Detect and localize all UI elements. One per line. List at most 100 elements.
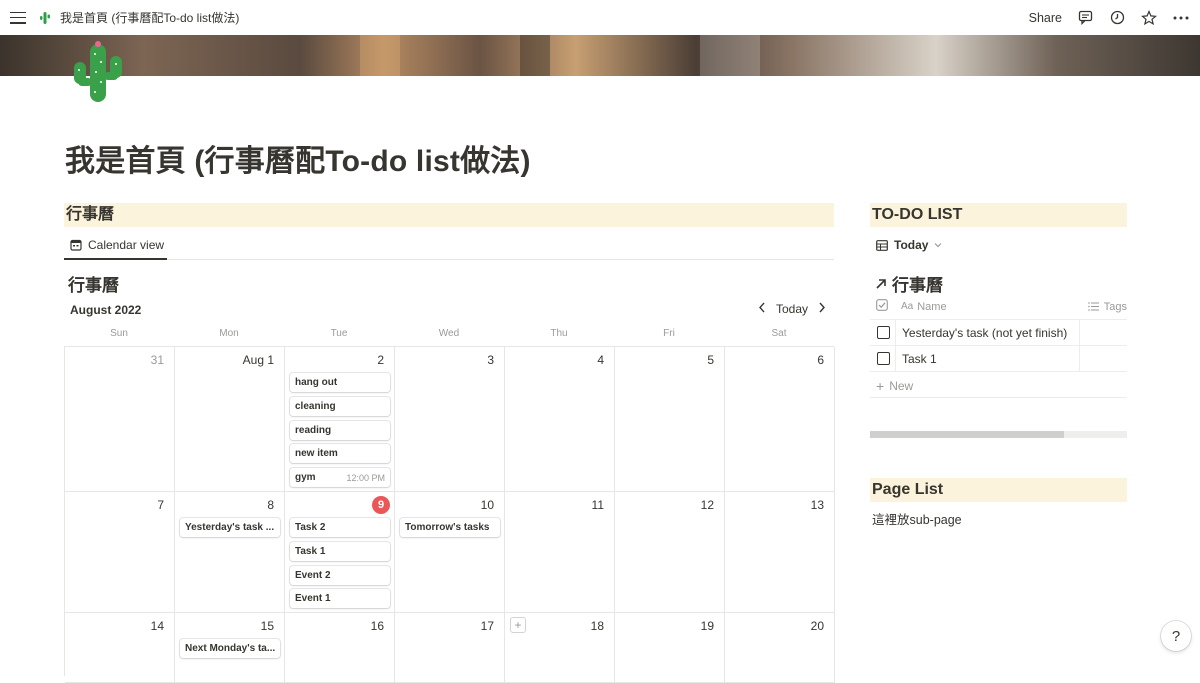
event-title: cleaning	[295, 401, 336, 412]
pagelist-text[interactable]: 這裡放sub-page	[872, 509, 962, 528]
column-divider	[895, 320, 896, 372]
calendar-day-cell[interactable]: Aug 1	[175, 347, 285, 492]
event-card[interactable]: Task 2	[290, 518, 390, 537]
event-card[interactable]: cleaning	[290, 397, 390, 416]
calendar-icon	[70, 239, 82, 251]
table-row[interactable]: Yesterday's task (not yet finish)	[870, 320, 1127, 346]
calendar-day-cell[interactable]: + 18	[505, 613, 615, 683]
day-number: 17	[480, 619, 494, 633]
todo-name[interactable]: Yesterday's task (not yet finish)	[902, 326, 1067, 340]
calendar-day-cell[interactable]: 5	[615, 347, 725, 492]
event-card[interactable]: Event 2	[290, 566, 390, 585]
day-number: 5	[707, 353, 714, 367]
help-button[interactable]: ?	[1161, 621, 1191, 651]
chevron-right-icon[interactable]	[818, 302, 826, 316]
event-card[interactable]: Event 1	[290, 589, 390, 608]
calendar-day-cell[interactable]: 17	[395, 613, 505, 683]
todo-checkbox[interactable]	[877, 352, 890, 365]
event-title: Yesterday's task ...	[185, 522, 275, 533]
day-number: 12	[700, 498, 714, 512]
calendar-day-cell[interactable]: 9 Task 2 Task 1 Event 2 Event 1	[285, 492, 395, 613]
event-title: Event 1	[295, 593, 331, 604]
cactus-icon[interactable]	[70, 40, 126, 106]
calendar-section-header[interactable]: 行事曆	[64, 203, 834, 227]
event-card[interactable]: Yesterday's task ...	[180, 518, 280, 537]
todo-name[interactable]: Task 1	[902, 352, 937, 366]
calendar-day-cell[interactable]: 15 Next Monday's ta...	[175, 613, 285, 683]
cover-image	[0, 35, 1200, 76]
day-number: Aug 1	[242, 353, 274, 367]
event-time: 12:00 PM	[346, 472, 385, 483]
checkbox-column-icon[interactable]	[876, 299, 888, 314]
breadcrumb[interactable]: 我是首頁 (行事曆配To-do list做法)	[38, 9, 239, 26]
event-card[interactable]: Task 1	[290, 542, 390, 561]
day-number: 16	[370, 619, 384, 633]
horizontal-scrollbar[interactable]	[870, 431, 1127, 438]
weekday-thu: Thu	[550, 328, 568, 339]
calendar-day-cell[interactable]: 6	[725, 347, 835, 492]
event-title: hang out	[295, 377, 338, 388]
calendar-day-cell[interactable]: 3	[395, 347, 505, 492]
event-card[interactable]: reading	[290, 421, 390, 440]
calendar-day-cell[interactable]: 19	[615, 613, 725, 683]
weekday-sun: Sun	[110, 328, 128, 339]
column-divider	[1079, 320, 1080, 372]
event-card[interactable]: Tomorrow's tasks	[400, 518, 500, 537]
day-number: 20	[810, 619, 824, 633]
calendar-day-cell[interactable]: 4	[505, 347, 615, 492]
day-number: 2	[377, 353, 384, 367]
event-card[interactable]: hang out	[290, 373, 390, 392]
event-card[interactable]: new item	[290, 444, 390, 463]
pagelist-section-header[interactable]: Page List	[870, 478, 1127, 502]
calendar-day-cell[interactable]: 8 Yesterday's task ...	[175, 492, 285, 613]
comment-icon[interactable]	[1076, 9, 1094, 27]
event-title: Task 2	[295, 522, 326, 533]
breadcrumb-page-title: 我是首頁 (行事曆配To-do list做法)	[60, 11, 240, 25]
weekday-wed: Wed	[438, 328, 460, 339]
chevron-down-icon	[935, 243, 942, 248]
clock-icon[interactable]	[1108, 9, 1126, 27]
calendar-day-cell[interactable]: 11	[505, 492, 615, 613]
event-card[interactable]: Next Monday's ta...	[180, 639, 280, 658]
calendar-day-cell[interactable]: 7	[65, 492, 175, 613]
more-icon[interactable]	[1172, 9, 1190, 27]
calendar-day-cell[interactable]: 13	[725, 492, 835, 613]
event-title: Next Monday's ta...	[185, 643, 276, 654]
day-number: 3	[487, 353, 494, 367]
name-column-header[interactable]: Name	[917, 301, 946, 313]
tab-calendar-view[interactable]: Calendar view	[70, 238, 164, 252]
calendar-day-cell[interactable]: 16	[285, 613, 395, 683]
event-title: reading	[295, 425, 332, 436]
tags-column-header[interactable]: Tags	[1087, 301, 1127, 313]
day-number: 18	[590, 619, 604, 633]
today-button[interactable]: Today	[776, 302, 808, 316]
list-icon	[1087, 302, 1099, 311]
todo-db-title[interactable]: 行事曆	[874, 271, 943, 296]
share-button[interactable]: Share	[1029, 11, 1062, 25]
text-property-icon: Aa	[901, 301, 914, 312]
tab-today[interactable]: Today	[876, 238, 942, 252]
add-event-icon[interactable]: +	[510, 617, 526, 633]
page-title[interactable]: 我是首頁 (行事曆配To-do list做法)	[65, 136, 531, 180]
calendar-day-cell[interactable]: 10 Tomorrow's tasks	[395, 492, 505, 613]
new-row-button[interactable]: + New	[876, 378, 913, 394]
menu-icon[interactable]	[10, 11, 26, 24]
todo-checkbox[interactable]	[877, 326, 890, 339]
calendar-day-cell[interactable]: 2 hang out cleaning reading new item gym…	[285, 347, 395, 492]
event-card[interactable]: gym 12:00 PM	[290, 468, 390, 487]
calendar-day-cell[interactable]: 14	[65, 613, 175, 683]
calendar-day-cell[interactable]: 12	[615, 492, 725, 613]
table-row[interactable]: Task 1	[870, 346, 1127, 372]
todo-section-header[interactable]: TO-DO LIST	[870, 203, 1127, 227]
event-title: Task 1	[295, 546, 326, 557]
star-icon[interactable]	[1140, 9, 1158, 27]
calendar-day-cell[interactable]: 31	[65, 347, 175, 492]
calendar-db-title[interactable]: 行事曆	[68, 271, 119, 296]
day-number: 15	[260, 619, 274, 633]
calendar-month: August 2022	[70, 303, 142, 317]
chevron-left-icon[interactable]	[758, 302, 766, 316]
calendar-day-cell[interactable]: 20	[725, 613, 835, 683]
day-number: 6	[817, 353, 824, 367]
day-number: 8	[267, 498, 274, 512]
day-number: 19	[700, 619, 714, 633]
